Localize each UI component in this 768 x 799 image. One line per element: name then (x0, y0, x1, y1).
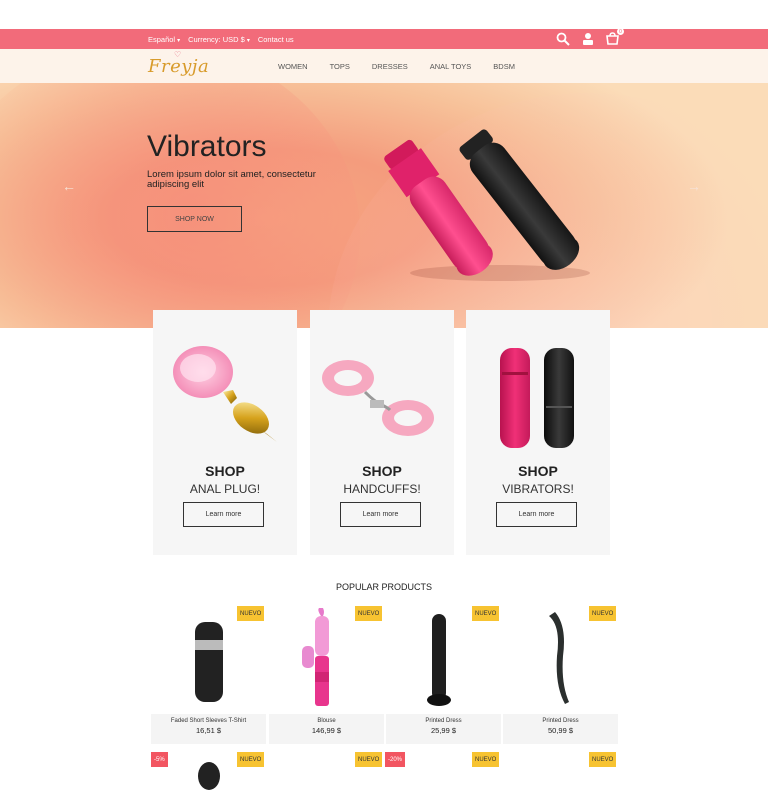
card-title: SHOP (205, 463, 245, 479)
user-icon[interactable] (580, 31, 596, 47)
product-info: Printed Dress 25,99 $ (386, 714, 501, 744)
nav-dresses[interactable]: DRESSES (372, 62, 408, 71)
product-name[interactable]: Printed Dress (386, 718, 501, 724)
discount-badge: -5% (151, 752, 168, 767)
nav-bdsm[interactable]: BDSM (493, 62, 515, 71)
nav-anal-toys[interactable]: ANAL TOYS (430, 62, 472, 71)
product-price: 146,99 $ (311, 726, 342, 735)
product-price: 16,51 $ (195, 726, 222, 735)
arrow-right-icon[interactable]: → (687, 178, 701, 194)
product-name[interactable]: Printed Dress (503, 718, 618, 724)
language-selector[interactable]: Español ▾ (148, 35, 180, 44)
card-subtitle: ANAL PLUG! (189, 482, 261, 496)
product-info: Printed Dress 50,99 $ (503, 714, 618, 744)
nav-tops[interactable]: TOPS (330, 62, 350, 71)
learn-more-button[interactable]: Learn more (340, 502, 421, 527)
new-badge: NUEVO (237, 752, 265, 767)
learn-more-button[interactable]: Learn more (183, 502, 264, 527)
product-image (195, 622, 223, 702)
product-card[interactable]: NUEVO Blouse 146,99 $ (269, 606, 384, 746)
vibrators-image (500, 348, 574, 448)
discount-badge: -20% (385, 752, 406, 767)
new-badge: NUEVO (472, 606, 500, 621)
arrow-left-icon[interactable]: ← (62, 178, 76, 194)
product-image (198, 762, 220, 790)
product-card[interactable]: NUEVO Printed Dress 25,99 $ (386, 606, 501, 746)
card-handcuffs[interactable]: SHOP HANDCUFFS! Learn more (310, 310, 454, 555)
shop-now-button[interactable]: SHOP NOW (147, 206, 242, 232)
heart-icon: ♡ (174, 50, 182, 59)
anal-plug-image (173, 346, 277, 442)
card-vibrators[interactable]: SHOP VIBRATORS! Learn more (466, 310, 610, 555)
new-badge: NUEVO (237, 606, 265, 621)
product-price: 25,99 $ (430, 726, 457, 735)
hero-banner (0, 83, 768, 328)
new-badge: NUEVO (355, 606, 383, 621)
main-nav: WOMEN TOPS DRESSES ANAL TOYS BDSM (278, 62, 537, 71)
card-subtitle: HANDCUFFS! (343, 482, 421, 496)
handcuffs-image (322, 360, 434, 436)
card-subtitle: VIBRATORS! (502, 482, 574, 496)
product-name[interactable]: Faded Short Sleeves T-Shirt (151, 718, 266, 724)
card-anal-plug[interactable]: SHOP ANAL PLUG! Learn more (153, 310, 297, 555)
product-image (549, 612, 569, 704)
search-icon[interactable] (555, 31, 571, 47)
new-badge: NUEVO (472, 752, 500, 767)
learn-more-button[interactable]: Learn more (496, 502, 577, 527)
product-info: Blouse 146,99 $ (269, 714, 384, 744)
product-image (302, 608, 329, 706)
hero-product-image (384, 129, 590, 281)
product-image (427, 614, 451, 706)
product-info: Faded Short Sleeves T-Shirt 16,51 $ (151, 714, 266, 744)
new-badge: NUEVO (589, 606, 617, 621)
contact-link[interactable]: Contact us (258, 35, 294, 44)
product-price: 50,99 $ (547, 726, 574, 735)
nav-women[interactable]: WOMEN (278, 62, 308, 71)
product-card[interactable]: NUEVO Printed Dress 50,99 $ (503, 606, 618, 746)
product-name[interactable]: Blouse (269, 718, 384, 724)
new-badge: NUEVO (589, 752, 617, 767)
currency-selector[interactable]: Currency: USD $ ▾ (188, 35, 250, 44)
product-row-2: -5% NUEVO NUEVO -20% NUEVO NUEVO (0, 752, 768, 795)
category-cards: SHOP ANAL PLUG! Learn more SHOP HANDCUFF… (153, 310, 611, 555)
card-title: SHOP (362, 463, 402, 479)
card-title: SHOP (518, 463, 558, 479)
hero-subtitle: Lorem ipsum dolor sit amet, consectetur … (147, 169, 316, 190)
popular-heading: POPULAR PRODUCTS (335, 582, 433, 592)
hero-title: Vibrators (147, 130, 267, 163)
cart-count: 0 (617, 28, 624, 35)
product-card[interactable]: NUEVO Faded Short Sleeves T-Shirt 16,51 … (151, 606, 266, 746)
new-badge: NUEVO (355, 752, 383, 767)
cart-icon[interactable]: 0 (605, 28, 624, 47)
logo[interactable]: Freyja ♡ (148, 50, 209, 77)
top-bar: Español ▾ Currency: USD $ ▾ Contact us 0 (0, 28, 768, 49)
